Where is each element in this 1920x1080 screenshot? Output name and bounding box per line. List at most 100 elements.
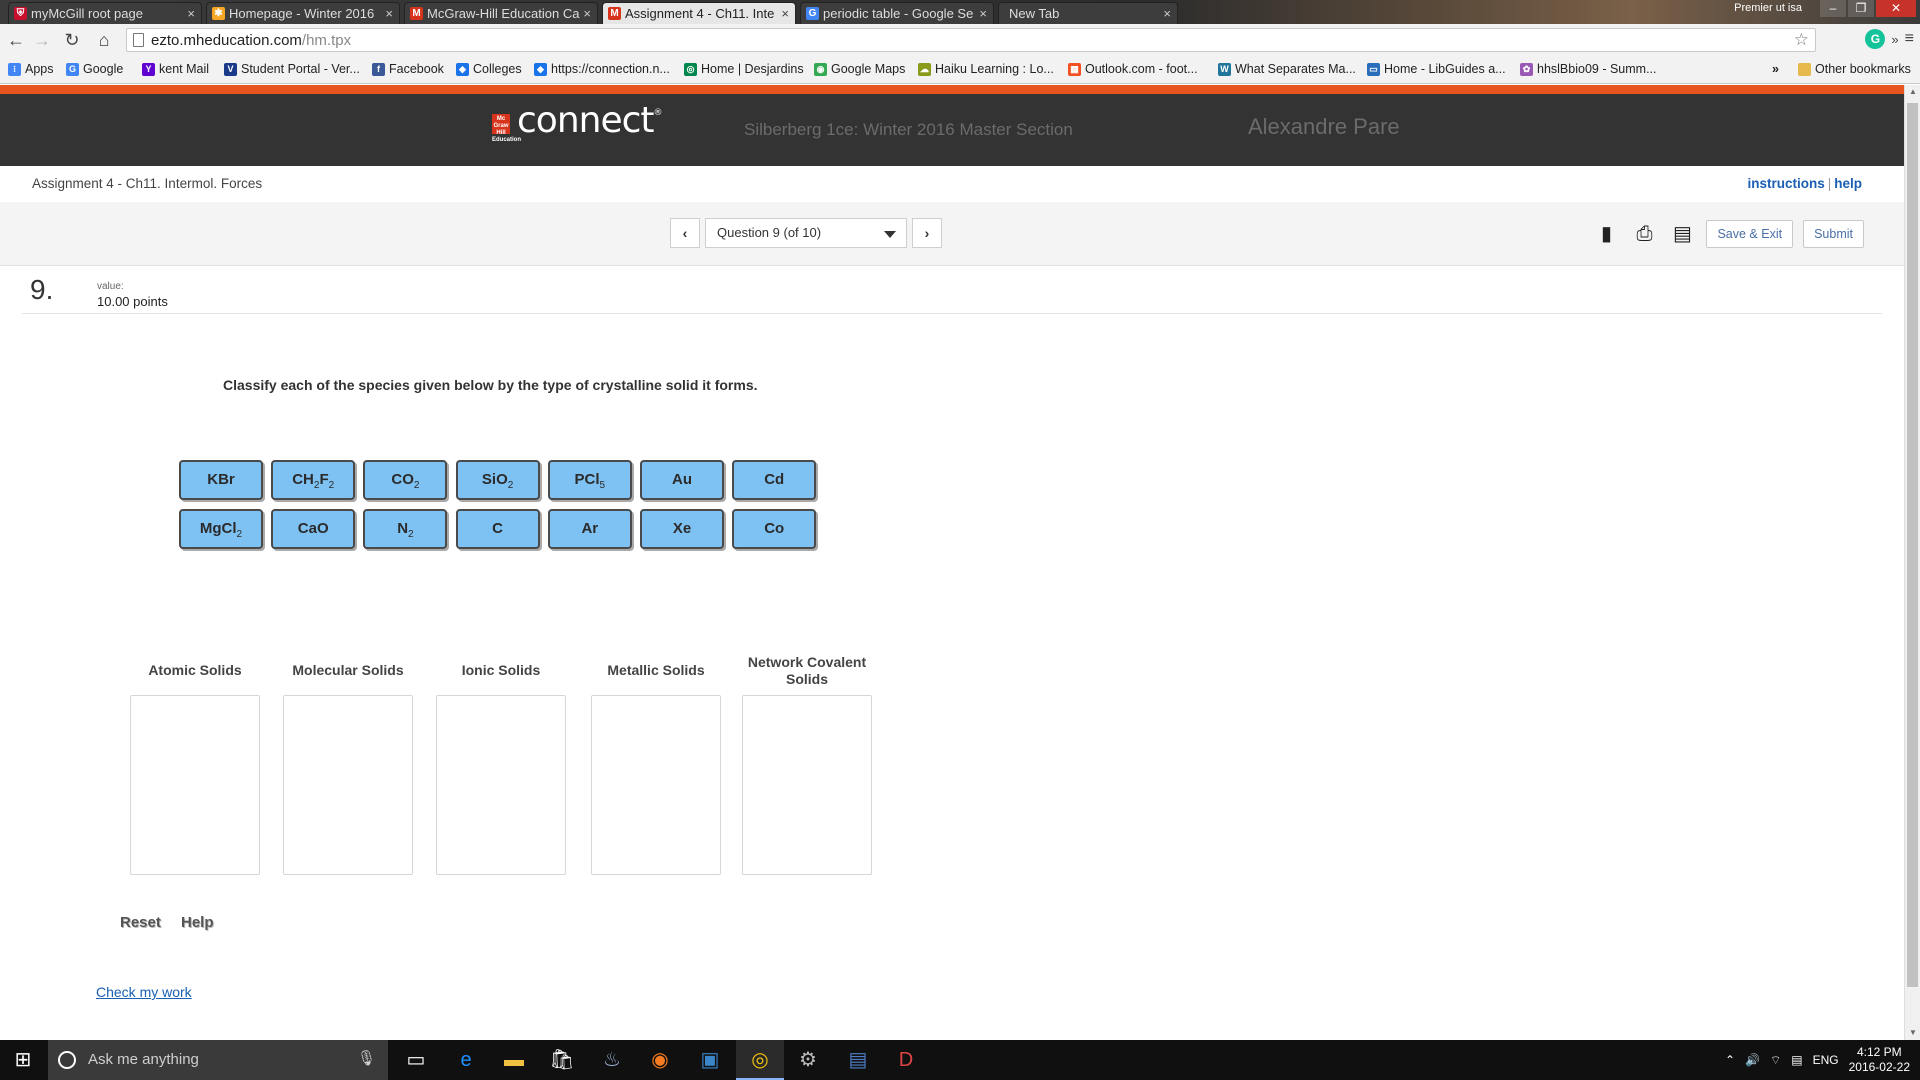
species-chip-cd[interactable]: Cd [732,460,817,500]
file-explorer-icon[interactable]: ▬ [490,1040,538,1080]
cortana-search[interactable]: Ask me anything 🎙 [48,1040,388,1080]
language-indicator[interactable]: ENG [1813,1053,1839,1067]
browser-tab[interactable]: M McGraw-Hill Education Ca × [404,2,598,24]
diablo-icon[interactable]: D [882,1040,930,1080]
bookmark-item[interactable]: ▭ Home - LibGuides a... [1367,62,1506,76]
outlook-app-icon[interactable]: ▣ [686,1040,734,1080]
species-chip-ar[interactable]: Ar [547,509,632,549]
windows-start-icon[interactable]: ⊞ [0,1040,46,1080]
next-question-button[interactable]: › [912,218,942,248]
close-window-icon[interactable]: ✕ [1876,0,1916,17]
species-chip-c[interactable]: C [455,509,540,549]
species-chip-ch2f2[interactable]: CH2F2 [271,460,356,500]
store-icon[interactable]: 🛍 [538,1040,586,1080]
species-chip-pcl5[interactable]: PCl5 [547,460,632,500]
print-icon[interactable]: ⎙ [1630,221,1658,247]
bookmarks-overflow[interactable]: » [1772,62,1779,76]
menu-icon[interactable]: ≡ [1905,30,1914,48]
species-chip-n2[interactable]: N2 [363,509,448,549]
species-chip-mgcl2[interactable]: MgCl2 [179,509,263,549]
bookmark-item[interactable]: W What Separates Ma... [1218,62,1356,76]
scroll-up-icon[interactable]: ▲ [1905,85,1920,99]
browser-tab[interactable]: ✱ Homepage - Winter 2016 × [206,2,400,24]
cortana-icon [58,1051,76,1069]
notifications-icon[interactable]: ▤ [1791,1053,1802,1067]
close-tab-icon[interactable]: × [385,3,393,24]
help-button[interactable]: Help [181,914,214,931]
chrome-icon[interactable]: ◎ [736,1040,784,1080]
origin-icon[interactable]: ◉ [636,1040,684,1080]
species-chip-co[interactable]: Co [732,509,817,549]
close-tab-icon[interactable]: × [979,3,987,24]
instructions-link[interactable]: instructions [1747,176,1824,191]
previous-question-button[interactable]: ‹ [670,218,700,248]
bookmark-item[interactable]: ▦ Outlook.com - foot... [1068,62,1198,76]
species-chip-xe[interactable]: Xe [640,509,724,549]
task-view-icon[interactable]: ▭ [392,1040,440,1080]
species-chip-co2[interactable]: CO2 [363,460,448,500]
bookmark-item[interactable]: ◎ Home | Desjardins [684,62,804,76]
drop-zone-ionic-solids[interactable] [436,695,566,875]
drop-zone-metallic-solids[interactable] [591,695,721,875]
visual-studio-icon[interactable]: ▤ [834,1040,882,1080]
references-icon[interactable]: ▤ [1668,221,1696,247]
help-link[interactable]: help [1834,176,1862,191]
close-tab-icon[interactable]: × [1163,3,1171,24]
check-my-work-link[interactable]: Check my work [96,984,192,1000]
extensions-overflow-icon[interactable]: » [1891,32,1898,47]
restore-icon[interactable]: ❐ [1848,0,1874,17]
bookmark-item[interactable]: ⁝ Apps [8,62,54,76]
submit-button[interactable]: Submit [1803,220,1864,248]
steam-icon[interactable]: ♨ [588,1040,636,1080]
user-name: Alexandre Pare [1248,114,1400,139]
home-icon[interactable]: ⌂ [94,30,114,50]
bookmark-item[interactable]: Ykent Mail [142,62,209,76]
question-selector[interactable]: Question 9 (of 10) [705,218,907,248]
close-tab-icon[interactable]: × [583,3,591,24]
grammarly-icon[interactable]: G [1865,29,1886,49]
page-scrollbar[interactable]: ▲ ▼ [1904,85,1920,1040]
volume-icon[interactable]: 🔊 [1745,1053,1760,1067]
reload-icon[interactable]: ↻ [62,30,82,50]
species-chip-sio2[interactable]: SiO2 [455,460,540,500]
forward-icon[interactable]: → [32,30,52,50]
bookmark-item[interactable]: V Student Portal - Ver... [224,62,360,76]
bookmark-item[interactable]: f Facebook [372,62,444,76]
clock[interactable]: 4:12 PM 2016-02-22 [1849,1045,1910,1075]
bookmark-item[interactable]: ☁ Haiku Learning : Lo... [918,62,1054,76]
species-chip-kbr[interactable]: KBr [179,460,263,500]
browser-tab[interactable]: Gperiodic table - Google Se × [800,2,994,24]
category-label: Metallic Solids [607,662,705,678]
scroll-down-icon[interactable]: ▼ [1905,1026,1920,1040]
close-tab-icon[interactable]: × [187,3,195,24]
question-number: 9. [30,274,54,305]
edge-icon[interactable]: e [442,1040,490,1080]
address-bar[interactable]: ezto.mheducation.com/hm.tpx ☆ [126,28,1816,52]
browser-tab[interactable]: M Assignment 4 - Ch11. Inte × [602,2,796,24]
species-chip-au[interactable]: Au [640,460,724,500]
bookmark-item[interactable]: G Google [66,62,123,76]
back-icon[interactable]: ← [6,30,26,50]
bookmark-star-icon[interactable]: ☆ [1794,30,1809,50]
other-bookmarks[interactable]: Other bookmarks [1798,62,1911,76]
drop-zone-atomic-solids[interactable] [130,695,260,875]
bookmark-item[interactable]: ◉ Google Maps [814,62,905,76]
browser-tab[interactable]: ⛨ myMcGill root page × [8,2,202,24]
save-exit-button[interactable]: Save & Exit [1706,220,1794,248]
close-tab-icon[interactable]: × [781,3,789,24]
microphone-icon[interactable]: 🎙 [357,1049,376,1067]
scroll-thumb[interactable] [1907,103,1918,987]
species-chip-cao[interactable]: CaO [271,509,356,549]
ebook-icon[interactable]: ▮ [1592,221,1620,247]
bookmark-item[interactable]: ◆ https://connection.n... [534,62,670,76]
tray-overflow-icon[interactable]: ⌃ [1725,1053,1735,1067]
minimize-icon[interactable]: – [1820,0,1846,17]
drop-zone-molecular-solids[interactable] [283,695,413,875]
reset-button[interactable]: Reset [120,914,161,931]
drop-zone-network-covalent-solids[interactable] [742,695,872,875]
game-app-icon[interactable]: ⚙ [784,1040,832,1080]
wifi-icon[interactable]: ⌔ [1770,1053,1781,1068]
bookmark-item[interactable]: ◆ Colleges [456,62,522,76]
browser-tab[interactable]: New Tab × [998,2,1178,24]
bookmark-item[interactable]: ✿ hhslBbio09 - Summ... [1520,62,1657,76]
